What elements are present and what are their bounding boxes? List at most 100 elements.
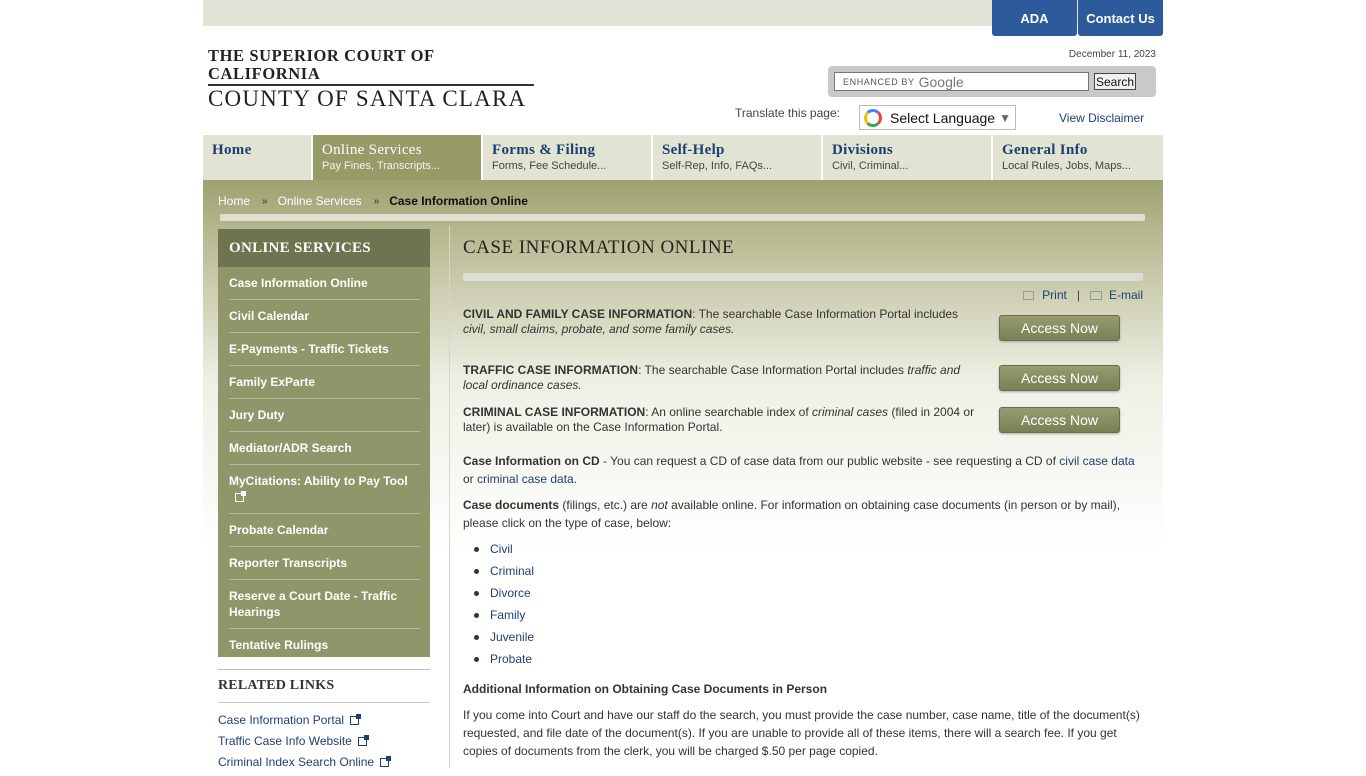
breadcrumb-separator: » [373, 195, 380, 207]
cd-or: or [463, 472, 478, 486]
title-rule [463, 273, 1143, 281]
criminal-heading: CRIMINAL CASE INFORMATION [463, 405, 646, 419]
list-item: Probate [473, 652, 534, 674]
contact-us-button[interactable]: Contact Us [1078, 0, 1163, 36]
sidebar-item[interactable]: Civil Calendar [229, 300, 420, 333]
sidebar-item[interactable]: Probate Calendar [229, 514, 420, 547]
nav-home[interactable]: Home [203, 135, 313, 180]
access-now-traffic-button[interactable]: Access Now [999, 365, 1120, 391]
civil-family-text: CIVIL AND FAMILY CASE INFORMATION: The s… [463, 307, 978, 337]
nav-title: Online Services [322, 142, 422, 158]
breadcrumb-separator: » [262, 195, 268, 207]
criminal-types: criminal cases [812, 405, 889, 419]
nav-forms-filing[interactable]: Forms & Filing Forms, Fee Schedule... [483, 135, 653, 180]
print-link[interactable]: Print [1042, 288, 1067, 302]
civil-family-types: civil, small claims, probate, and some f… [463, 322, 735, 336]
dropdown-arrow-icon: ▼ [999, 110, 1011, 125]
case-type-link[interactable]: Probate [490, 652, 532, 666]
current-date: December 11, 2023 [1068, 49, 1156, 60]
sidebar-item[interactable]: Mediator/ADR Search [229, 432, 420, 465]
criminal-text: CRIMINAL CASE INFORMATION: An online sea… [463, 405, 978, 435]
cd-end: . [573, 472, 578, 486]
breadcrumb-online-services[interactable]: Online Services [278, 194, 362, 208]
criminal-case-data-link[interactable]: criminal case data [477, 472, 574, 486]
sidebar-item-label: Civil Calendar [229, 309, 310, 323]
sidebar-item[interactable]: Case Information Online [229, 267, 420, 300]
documents-not: not [651, 498, 668, 512]
access-now-civil-button[interactable]: Access Now [999, 315, 1120, 341]
list-item: Civil [473, 542, 534, 564]
ada-button[interactable]: ADA [992, 0, 1077, 36]
list-item: Criminal [473, 564, 534, 586]
sidebar-item-label: Family ExParte [229, 375, 316, 389]
cd-paragraph: Case Information on CD - You can request… [463, 452, 1143, 488]
sidebar-item-label: Case Information Online [229, 276, 368, 290]
sidebar-item[interactable]: Tentative Rulings [229, 629, 420, 661]
language-select[interactable]: Select Language ▼ [859, 105, 1016, 130]
sidebar-item-label: Reserve a Court Date - Traffic Hearings [229, 589, 398, 619]
page-tools: Print | E-mail [1023, 288, 1143, 302]
external-link-icon [380, 756, 392, 767]
court-logo[interactable]: THE SUPERIOR COURT OF CALIFORNIA COUNTY … [208, 46, 538, 111]
nav-subtitle: Forms, Fee Schedule... [492, 160, 607, 172]
sidebar-item-label: Mediator/ADR Search [229, 441, 352, 455]
sidebar-item[interactable]: E-Payments - Traffic Tickets [229, 333, 420, 366]
breadcrumb-rule [220, 214, 1145, 221]
civil-family-desc: : The searchable Case Information Portal… [692, 307, 959, 321]
sidebar: ONLINE SERVICES Case Information Online … [218, 229, 430, 657]
civil-case-data-link[interactable]: civil case data [1059, 454, 1134, 468]
list-item: Family [473, 608, 534, 630]
additional-info-heading: Additional Information on Obtaining Case… [463, 682, 828, 696]
sidebar-item-label: MyCitations: Ability to Pay Tool [229, 474, 408, 488]
cd-heading: Case Information on CD [463, 454, 600, 468]
nav-subtitle: Self-Rep, Info, FAQs... [662, 160, 773, 172]
email-link[interactable]: E-mail [1109, 288, 1143, 302]
logo-line-2: COUNTY OF SANTA CLARA [208, 86, 527, 111]
language-select-value: Select Language [890, 109, 996, 126]
email-icon [1089, 290, 1102, 300]
nav-general-info[interactable]: General Info Local Rules, Jobs, Maps... [993, 135, 1163, 180]
search-input[interactable]: ENHANCED BY Google [834, 72, 1089, 91]
related-links: RELATED LINKS Case Information Portal Tr… [218, 669, 430, 776]
view-disclaimer-link[interactable]: View Disclaimer [1059, 111, 1144, 125]
enhanced-by-label: ENHANCED BY [843, 76, 915, 87]
sidebar-item[interactable]: Reporter Transcripts [229, 547, 420, 580]
sidebar-item[interactable]: Family ExParte [229, 366, 420, 399]
traffic-row: TRAFFIC CASE INFORMATION: The searchable… [463, 363, 1145, 393]
case-type-link[interactable]: Divorce [490, 586, 531, 600]
related-link[interactable]: Case Information Portal [218, 713, 430, 727]
column-divider [449, 226, 450, 768]
sidebar-item-label: Jury Duty [229, 408, 285, 422]
related-links-heading: RELATED LINKS [218, 678, 335, 693]
breadcrumb-home[interactable]: Home [218, 194, 250, 208]
nav-self-help[interactable]: Self-Help Self-Rep, Info, FAQs... [653, 135, 823, 180]
nav-divisions[interactable]: Divisions Civil, Criminal... [823, 135, 993, 180]
google-logo: Google [918, 73, 964, 90]
external-link-icon [235, 491, 246, 502]
external-link-icon [350, 714, 362, 725]
sidebar-item-label: Reporter Transcripts [229, 556, 348, 570]
sidebar-item-label: Tentative Rulings [229, 638, 329, 652]
case-type-link[interactable]: Family [490, 608, 525, 622]
nav-online-services[interactable]: Online Services Pay Fines, Transcripts..… [313, 135, 483, 180]
case-type-link[interactable]: Juvenile [490, 630, 534, 644]
cd-desc: - You can request a CD of case data from… [599, 454, 1060, 468]
related-link[interactable]: Criminal Index Search Online [218, 755, 430, 769]
case-type-link[interactable]: Criminal [490, 564, 534, 578]
logo-line-1: THE SUPERIOR COURT OF CALIFORNIA [208, 46, 435, 83]
google-g-icon [864, 108, 882, 127]
search-box: ENHANCED BY Google Search [828, 66, 1156, 97]
related-link[interactable]: Traffic Case Info Website [218, 734, 430, 748]
sidebar-item[interactable]: MyCitations: Ability to Pay Tool [229, 465, 420, 514]
print-icon [1023, 290, 1035, 300]
sidebar-item[interactable]: Reserve a Court Date - Traffic Hearings [229, 580, 420, 629]
translate-label: Translate this page: [735, 106, 840, 120]
related-link-label: Traffic Case Info Website [218, 734, 352, 748]
criminal-row: CRIMINAL CASE INFORMATION: An online sea… [463, 405, 1145, 435]
search-button[interactable]: Search [1094, 73, 1136, 90]
sidebar-item[interactable]: Jury Duty [229, 399, 420, 432]
page-wrapper: ADA Contact Us THE SUPERIOR COURT OF CAL… [203, 0, 1163, 769]
breadcrumb: Home » Online Services » Case Informatio… [218, 194, 528, 208]
case-type-link[interactable]: Civil [490, 542, 513, 556]
access-now-criminal-button[interactable]: Access Now [999, 407, 1120, 433]
